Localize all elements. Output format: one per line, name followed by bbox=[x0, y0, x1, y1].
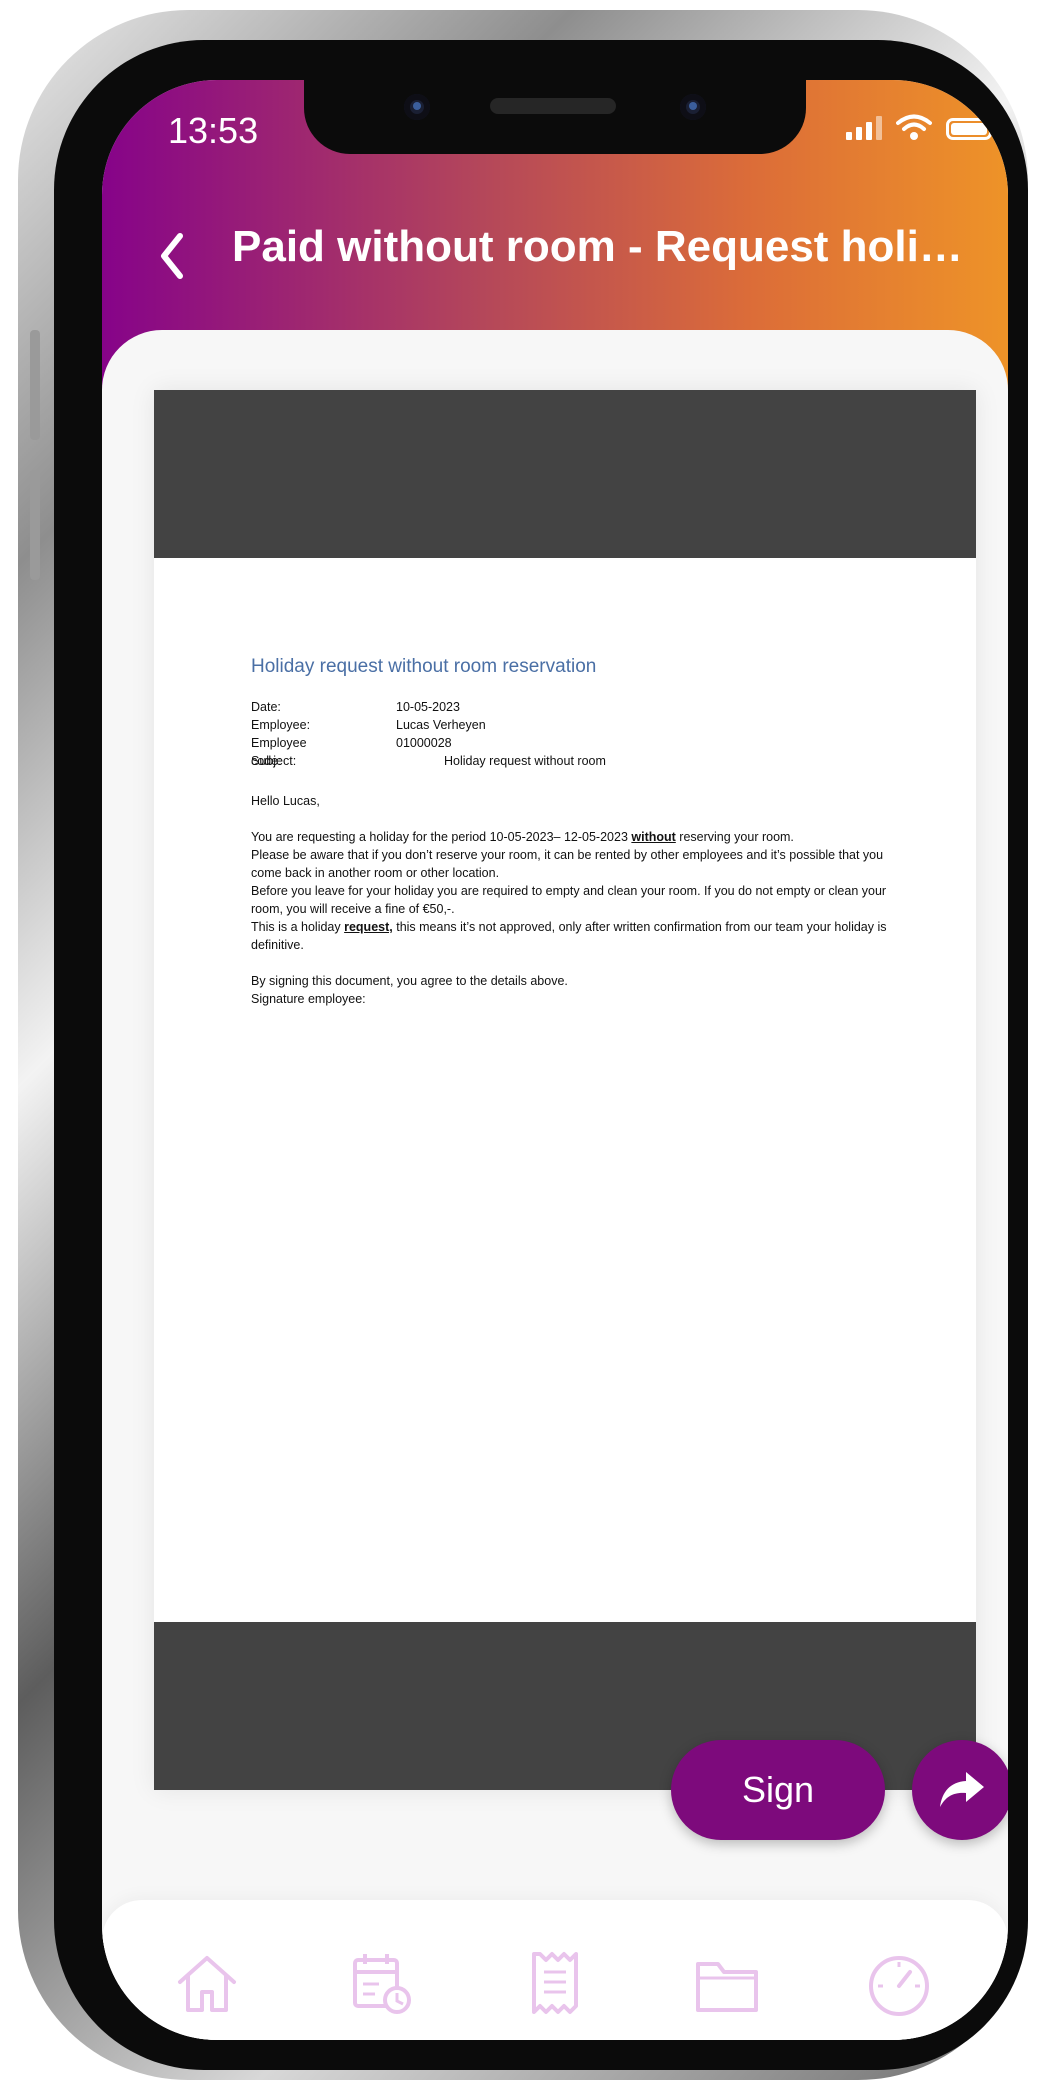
field-value: 10-05-2023 bbox=[396, 700, 460, 714]
phone-frame: 13:53 Paid without room - Request holi… bbox=[18, 10, 1028, 2080]
status-icons bbox=[846, 114, 992, 140]
field-label: Employee: bbox=[251, 718, 311, 732]
document-body: Hello Lucas, You are requesting a holida… bbox=[251, 792, 891, 1008]
document-top-bar bbox=[154, 390, 976, 558]
volume-up-button bbox=[30, 330, 40, 440]
field-label: Subject: bbox=[251, 754, 297, 768]
folder-icon[interactable] bbox=[692, 1948, 762, 2018]
notch bbox=[304, 80, 806, 154]
wifi-icon bbox=[896, 114, 932, 140]
document-page: Holiday request without room reservation… bbox=[154, 558, 976, 1622]
share-arrow-icon bbox=[940, 1772, 984, 1807]
paragraph-request: This is a holiday request, this means it… bbox=[251, 918, 891, 954]
field-value: Lucas Verheyen bbox=[396, 718, 486, 732]
battery-icon bbox=[946, 118, 992, 140]
paragraph-text: reserving your room. bbox=[675, 830, 794, 844]
sign-button[interactable]: Sign bbox=[671, 1740, 885, 1840]
calendar-clock-icon[interactable] bbox=[347, 1948, 417, 2018]
emphasis-text: without bbox=[631, 830, 676, 844]
status-time: 13:53 bbox=[168, 110, 259, 151]
document-viewer[interactable]: Holiday request without room reservation… bbox=[154, 390, 976, 1790]
paragraph-reserve: Please be aware that if you don’t reserv… bbox=[251, 848, 884, 880]
document-heading: Holiday request without room reservation bbox=[251, 656, 597, 677]
speaker bbox=[490, 98, 616, 114]
field-value: 01000028 bbox=[396, 736, 452, 750]
signature-label: Signature employee: bbox=[251, 992, 366, 1006]
page-title: Paid without room - Request holi… bbox=[232, 222, 963, 271]
volume-down-button bbox=[30, 470, 40, 580]
receipt-icon[interactable] bbox=[520, 1948, 590, 2018]
share-button[interactable] bbox=[912, 1740, 1008, 1840]
field-label: Date: bbox=[251, 700, 281, 714]
home-icon[interactable] bbox=[172, 1948, 242, 2018]
paragraph-clean: Before you leave for your holiday you ar… bbox=[251, 884, 887, 916]
camera-icon bbox=[404, 94, 430, 120]
speedometer-icon[interactable] bbox=[864, 1948, 934, 2018]
paragraph-period: You are requesting a holiday for the per… bbox=[251, 828, 891, 846]
signal-icon bbox=[846, 116, 882, 140]
emphasis-text: request, bbox=[344, 920, 393, 934]
back-chevron-icon[interactable] bbox=[150, 226, 194, 286]
paragraph-text: This is a holiday bbox=[251, 920, 345, 934]
screen: 13:53 Paid without room - Request holi… bbox=[102, 80, 1008, 2040]
sensor-icon bbox=[680, 94, 706, 120]
paragraph-text: You are requesting a holiday for the per… bbox=[251, 830, 632, 844]
paragraph-agree: By signing this document, you agree to t… bbox=[251, 974, 568, 988]
field-value: Holiday request without room bbox=[444, 754, 606, 768]
bottom-tab-bar bbox=[102, 1900, 1008, 2040]
greeting-text: Hello Lucas, bbox=[251, 794, 320, 808]
